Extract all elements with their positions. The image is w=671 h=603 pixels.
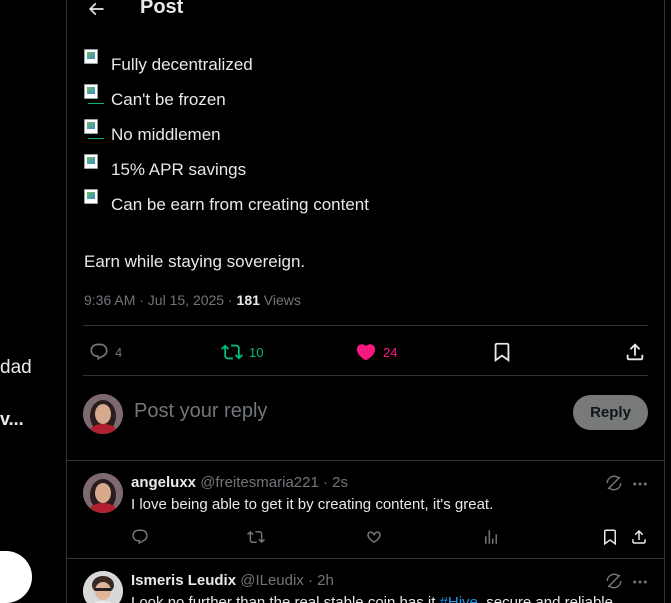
repost-count: 10 xyxy=(249,344,264,360)
reply-author: Ismeris Leudix @ILeudix · 2h xyxy=(131,572,334,589)
more-icon[interactable] xyxy=(631,573,649,591)
views-icon[interactable] xyxy=(482,528,500,546)
reply-text: Look no further than the real stable coi… xyxy=(131,594,613,603)
reply-text: I love being able to get it by creating … xyxy=(131,496,494,513)
reply-input[interactable]: Post your reply xyxy=(134,400,267,423)
left-partial-button[interactable] xyxy=(0,551,32,603)
author-handle[interactable]: @freitesmaria221 · 2s xyxy=(200,474,348,491)
broken-image-icon xyxy=(84,84,104,104)
divider xyxy=(83,325,648,326)
reply-text-part: Look no further than the real stable coi… xyxy=(131,594,440,603)
post-meta: 9:36 AM · Jul 15, 2025 · 181 Views xyxy=(84,292,301,308)
user-avatar-icon xyxy=(83,394,123,434)
author-handle[interactable]: @ILeudix · 2h xyxy=(240,572,334,589)
broken-image-icon xyxy=(84,119,104,139)
reply-button[interactable]: Reply xyxy=(573,395,648,430)
grok-icon[interactable] xyxy=(605,474,623,492)
list-item: Fully decentralized xyxy=(84,49,604,74)
post-header: Post xyxy=(67,0,664,34)
page-title: Post xyxy=(140,0,184,18)
right-sidebar-partial xyxy=(665,0,671,603)
post-timestamp[interactable]: 9:36 AM · Jul 15, 2025 · xyxy=(84,292,237,308)
bullet-text: 15% APR savings xyxy=(111,160,247,179)
bullet-text: Fully decentralized xyxy=(111,55,253,74)
like-action-button[interactable]: 24 xyxy=(355,340,397,364)
reply-action-button[interactable]: 4 xyxy=(89,340,122,364)
reply-composer: Post your reply Reply xyxy=(67,385,664,445)
heart-filled-icon xyxy=(356,344,376,361)
list-item: Can't be frozen xyxy=(84,84,604,109)
broken-image-icon xyxy=(84,154,102,172)
reply-icon xyxy=(90,343,108,361)
views-label: Views xyxy=(259,292,301,308)
like-count: 24 xyxy=(383,344,398,360)
views-count: 181 xyxy=(236,292,260,308)
left-partial-text-1: dad xyxy=(0,357,32,378)
reply-icon[interactable] xyxy=(131,528,149,546)
hashtag-link[interactable]: #Hive xyxy=(440,594,478,603)
user-avatar-icon xyxy=(83,571,123,603)
reply-tweet[interactable]: Ismeris Leudix @ILeudix · 2h Look no fur… xyxy=(67,559,664,603)
heart-icon[interactable] xyxy=(365,528,383,546)
avatar[interactable] xyxy=(83,394,123,434)
repost-icon[interactable] xyxy=(247,528,265,546)
bullet-text: Can't be frozen xyxy=(111,90,226,109)
reply-tweet[interactable]: angeluxx @freitesmaria221 · 2s I love be… xyxy=(67,461,664,557)
avatar[interactable] xyxy=(83,571,123,603)
repost-icon xyxy=(221,344,243,360)
bookmark-icon[interactable] xyxy=(601,528,619,546)
post-column: Post Fully decentralized Can't be frozen… xyxy=(66,0,665,603)
arrow-left-icon xyxy=(88,2,104,16)
left-sidebar-partial: dad v... xyxy=(0,0,66,603)
more-icon[interactable] xyxy=(631,475,649,493)
avatar[interactable] xyxy=(83,473,123,513)
bullet-text: Can be earn from creating content xyxy=(111,195,369,214)
user-avatar-icon xyxy=(83,473,123,513)
post-body-text: Earn while staying sovereign. xyxy=(84,252,306,271)
divider xyxy=(83,375,648,376)
broken-image-icon xyxy=(84,189,102,207)
broken-image-icon xyxy=(84,49,102,67)
list-item: 15% APR savings xyxy=(84,154,604,179)
grok-icon[interactable] xyxy=(605,572,623,590)
repost-action-button[interactable]: 10 xyxy=(221,340,263,364)
share-icon[interactable] xyxy=(630,528,648,546)
author-name[interactable]: Ismeris Leudix xyxy=(131,572,236,589)
reply-author: angeluxx @freitesmaria221 · 2s xyxy=(131,474,348,491)
bookmark-action-button[interactable] xyxy=(491,340,513,364)
reply-count: 4 xyxy=(115,344,123,360)
back-button[interactable] xyxy=(81,0,111,24)
list-item: Can be earn from creating content xyxy=(84,189,604,214)
share-action-button[interactable] xyxy=(624,340,646,364)
bullet-text: No middlemen xyxy=(111,125,221,144)
author-name[interactable]: angeluxx xyxy=(131,474,196,491)
bookmark-icon xyxy=(494,342,510,363)
left-partial-text-2: v... xyxy=(0,409,24,429)
share-icon xyxy=(626,343,644,361)
reply-text-part: , secure and reliable xyxy=(477,594,613,603)
list-item: No middlemen xyxy=(84,119,604,144)
